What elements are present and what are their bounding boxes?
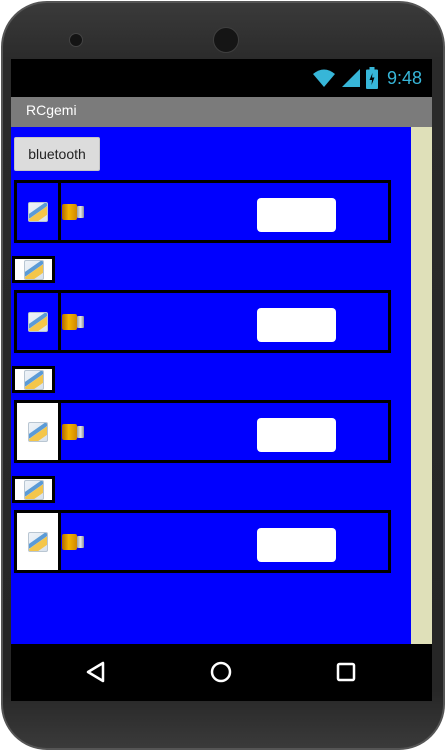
row-image-panel[interactable] — [17, 403, 61, 460]
home-icon[interactable] — [206, 657, 236, 687]
front-camera — [69, 33, 83, 47]
image-icon — [27, 531, 48, 552]
main-content[interactable]: bluetooth — [11, 127, 411, 644]
action-bar: RCgemi — [11, 97, 432, 127]
image-icon — [27, 421, 48, 442]
status-clock: 9:48 — [386, 67, 422, 88]
row-image-panel[interactable] — [17, 513, 61, 570]
motor-icon — [62, 314, 84, 330]
image-icon — [27, 311, 48, 332]
back-icon[interactable] — [81, 657, 111, 687]
earpiece-speaker — [213, 27, 239, 53]
wifi-icon — [312, 69, 335, 87]
row-text-input[interactable] — [257, 198, 336, 232]
motor-icon — [62, 534, 84, 550]
row-text-input[interactable] — [257, 308, 336, 342]
motor-row-1 — [14, 180, 391, 243]
separator-image-3[interactable] — [12, 476, 55, 503]
separator-image-2[interactable] — [12, 366, 55, 393]
motor-row-2 — [14, 290, 391, 353]
motor-row-4 — [14, 510, 391, 573]
scrollbar[interactable] — [411, 127, 432, 644]
screen: 9:48 RCgemi bluetooth — [11, 59, 432, 701]
bluetooth-button[interactable]: bluetooth — [14, 137, 100, 171]
navigation-bar — [11, 644, 432, 701]
image-icon — [27, 201, 48, 222]
battery-icon — [365, 67, 378, 89]
motor-row-3 — [14, 400, 391, 463]
row-image-panel[interactable] — [17, 293, 61, 350]
status-icons: 9:48 — [312, 67, 422, 89]
row-text-input[interactable] — [257, 418, 336, 452]
status-bar: 9:48 — [11, 59, 432, 97]
row-image-panel[interactable] — [17, 183, 61, 240]
image-icon — [23, 259, 44, 280]
recents-icon[interactable] — [331, 657, 361, 687]
signal-icon — [341, 69, 360, 87]
row-text-input[interactable] — [257, 528, 336, 562]
image-icon — [23, 369, 44, 390]
separator-image-1[interactable] — [12, 256, 55, 283]
app-title: RCgemi — [26, 102, 77, 118]
motor-icon — [62, 204, 84, 220]
motor-icon — [62, 424, 84, 440]
image-icon — [23, 479, 44, 500]
phone-frame: 9:48 RCgemi bluetooth — [1, 1, 445, 750]
